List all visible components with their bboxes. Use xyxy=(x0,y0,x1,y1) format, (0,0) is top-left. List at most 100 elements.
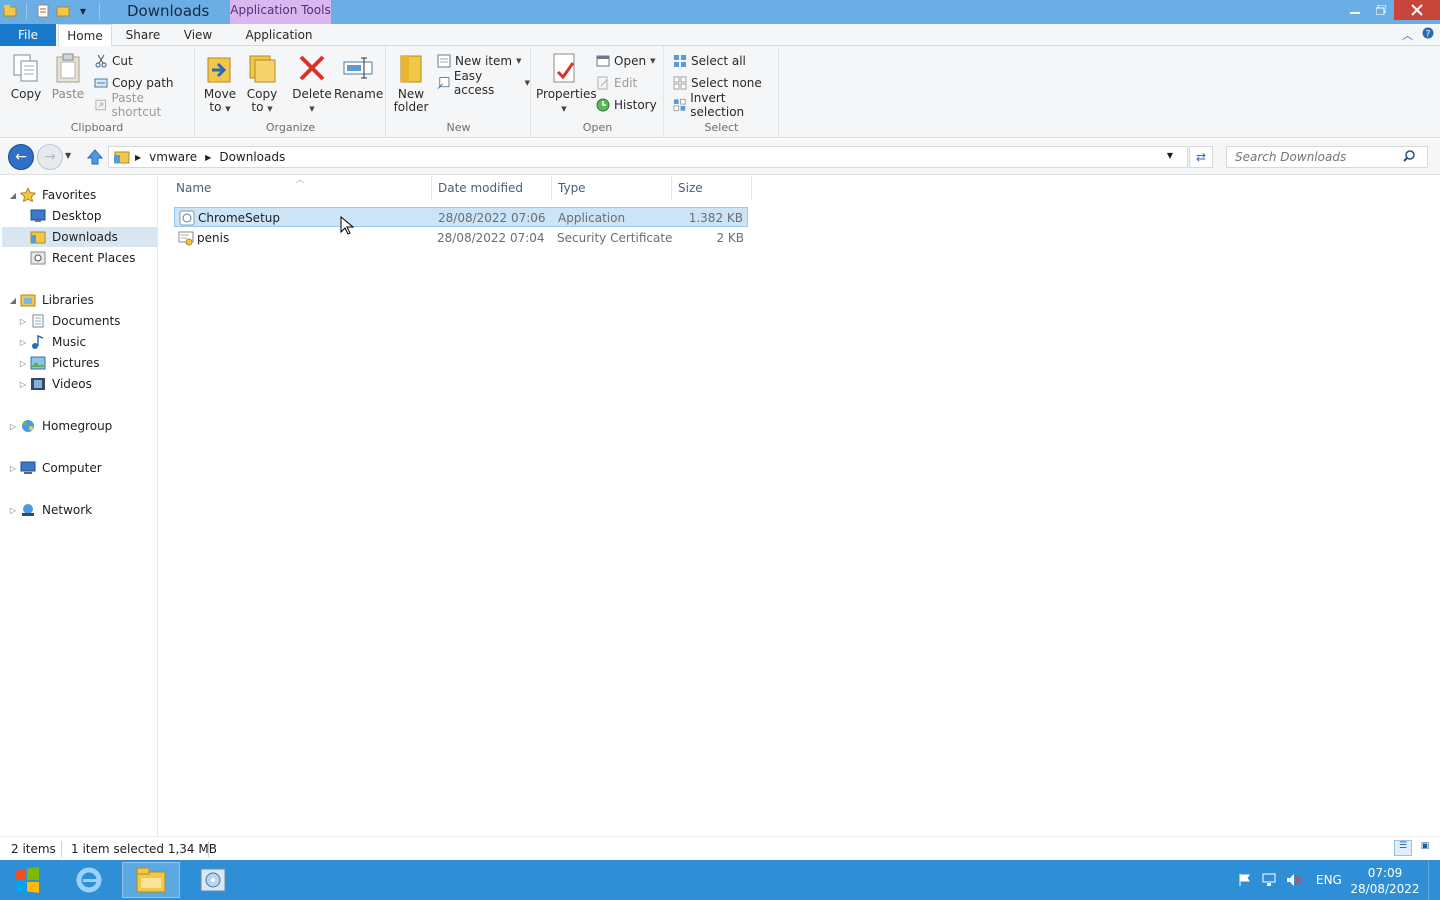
invert-selection-button[interactable]: Invert selection xyxy=(673,91,778,119)
language-indicator[interactable]: ENG xyxy=(1316,860,1342,900)
nav-pictures[interactable]: ▷ Pictures xyxy=(18,353,100,373)
easy-access-button[interactable]: Easy access ▼ xyxy=(437,69,530,97)
installer-disc-icon xyxy=(200,868,226,892)
close-button[interactable] xyxy=(1394,0,1440,20)
volume-muted-icon[interactable] xyxy=(1286,860,1302,900)
nav-music[interactable]: ▷ Music xyxy=(18,332,86,352)
file-row-chromesetup[interactable]: ChromeSetup 28/08/2022 07:06 Application… xyxy=(174,207,748,227)
properties-icon xyxy=(553,53,575,83)
cut-button[interactable]: Cut xyxy=(94,52,133,70)
address-bar[interactable]: ▶ vmware ▶ Downloads ▼ xyxy=(108,146,1188,168)
nav-videos[interactable]: ▷ Videos xyxy=(18,374,92,394)
tab-view[interactable]: View xyxy=(176,24,220,46)
breadcrumb-separator-icon[interactable]: ▶ xyxy=(205,153,211,162)
expand-chevron-icon[interactable]: ▷ xyxy=(8,422,18,431)
explorer-app-icon[interactable] xyxy=(2,3,18,19)
back-button[interactable]: ← xyxy=(8,144,34,170)
edit-button[interactable]: Edit xyxy=(596,74,637,92)
new-folder-qat-icon[interactable] xyxy=(55,3,71,19)
open-window-icon xyxy=(596,55,610,67)
clock[interactable]: 07:09 28/08/2022 xyxy=(1350,865,1420,897)
nav-favorites[interactable]: ◢ Favorites xyxy=(8,185,96,205)
search-box[interactable] xyxy=(1226,146,1428,168)
copy-path-button[interactable]: Copy path xyxy=(94,74,174,92)
documents-icon xyxy=(32,314,44,328)
taskbar-installer-app[interactable] xyxy=(184,862,242,898)
restore-icon xyxy=(1376,5,1386,15)
tab-home[interactable]: Home xyxy=(58,24,112,47)
new-item-button[interactable]: New item ▼ xyxy=(437,52,522,70)
expand-chevron-icon[interactable]: ▷ xyxy=(8,464,18,473)
delete-button[interactable]: Delete ▼ xyxy=(292,52,332,116)
collapse-chevron-icon[interactable]: ◢ xyxy=(8,296,18,305)
paste-button[interactable]: Paste xyxy=(50,52,86,101)
nav-recent-places[interactable]: Recent Places xyxy=(30,248,135,268)
paste-shortcut-button[interactable]: Paste shortcut xyxy=(94,91,194,119)
column-header-type[interactable]: Type xyxy=(552,176,672,200)
copy-button[interactable]: Copy xyxy=(8,52,44,101)
breadcrumb-separator-icon[interactable]: ▶ xyxy=(135,153,141,162)
new-folder-button[interactable]: New folder xyxy=(393,52,429,114)
file-size: 2 KB xyxy=(716,231,744,245)
taskbar-file-explorer[interactable] xyxy=(122,862,180,898)
recent-locations-chevron-icon[interactable]: ▼ xyxy=(65,151,71,160)
invert-selection-icon xyxy=(673,98,686,112)
show-desktop-button[interactable] xyxy=(1428,860,1440,900)
address-dropdown-chevron-icon[interactable]: ▼ xyxy=(1167,151,1173,160)
column-header-size[interactable]: Size xyxy=(672,176,752,200)
network-tray-icon[interactable] xyxy=(1262,860,1278,900)
properties-button[interactable]: Properties ▼ xyxy=(536,52,597,116)
collapse-chevron-icon[interactable]: ◢ xyxy=(8,191,18,200)
select-all-button[interactable]: Select all xyxy=(673,52,746,70)
rename-button[interactable]: Rename xyxy=(334,52,383,101)
up-button[interactable] xyxy=(86,148,104,169)
column-header-date-modified[interactable]: Date modified xyxy=(432,176,552,200)
nav-libraries[interactable]: ◢ Libraries xyxy=(8,290,94,310)
history-button[interactable]: History xyxy=(596,96,657,114)
restore-button[interactable] xyxy=(1368,0,1394,20)
customize-qat-chevron-icon[interactable]: ▼ xyxy=(75,3,91,19)
nav-downloads[interactable]: Downloads xyxy=(2,227,157,247)
minimize-ribbon-icon[interactable]: ︿ xyxy=(1402,27,1413,43)
organize-group: Move to ▼ Copy to ▼ Delete ▼ Rename Orga… xyxy=(196,46,386,138)
select-none-button[interactable]: Select none xyxy=(673,74,762,92)
minimize-button[interactable] xyxy=(1342,0,1368,20)
open-button[interactable]: Open ▼ xyxy=(596,52,655,70)
nav-homegroup[interactable]: ▷ Homegroup xyxy=(8,416,112,436)
tab-application[interactable]: Application xyxy=(236,24,322,46)
expand-chevron-icon[interactable]: ▷ xyxy=(18,317,28,326)
expand-chevron-icon[interactable]: ▷ xyxy=(8,506,18,515)
nav-computer[interactable]: ▷ Computer xyxy=(8,458,102,478)
action-center-flag-icon[interactable] xyxy=(1238,860,1252,900)
large-icons-view-button[interactable]: ▣ xyxy=(1416,840,1434,856)
network-icon xyxy=(22,504,34,516)
copy-to-button[interactable]: Copy to ▼ xyxy=(244,52,280,116)
taskbar-internet-explorer[interactable] xyxy=(60,862,118,898)
details-view-button[interactable]: ☰ xyxy=(1394,840,1412,856)
search-icon[interactable] xyxy=(1403,149,1415,165)
tab-file[interactable]: File xyxy=(0,24,56,46)
properties-qat-icon[interactable] xyxy=(35,3,51,19)
file-name: penis xyxy=(197,231,230,245)
nav-network[interactable]: ▷ Network xyxy=(8,500,92,520)
refresh-button[interactable]: ⇄ xyxy=(1189,146,1213,168)
breadcrumb-vmware[interactable]: vmware xyxy=(149,150,197,164)
quick-access-toolbar: ▼ xyxy=(2,3,104,19)
column-header-name[interactable]: Name xyxy=(170,176,432,200)
windows-logo-icon xyxy=(15,867,39,893)
help-icon[interactable]: ? xyxy=(1422,27,1434,42)
nav-desktop[interactable]: Desktop xyxy=(30,206,102,226)
expand-chevron-icon[interactable]: ▷ xyxy=(18,380,28,389)
nav-documents[interactable]: ▷ Documents xyxy=(18,311,121,331)
expand-chevron-icon[interactable]: ▷ xyxy=(18,359,28,368)
move-to-button[interactable]: Move to ▼ xyxy=(202,52,238,116)
tab-share[interactable]: Share xyxy=(118,24,168,46)
open-group: Properties ▼ Open ▼ Edit History Open xyxy=(532,46,664,138)
file-row-penis[interactable]: penis 28/08/2022 07:04 Security Certific… xyxy=(174,228,748,248)
forward-button[interactable]: → xyxy=(37,144,63,170)
expand-chevron-icon[interactable]: ▷ xyxy=(18,338,28,347)
start-button[interactable] xyxy=(6,864,48,896)
breadcrumb-downloads[interactable]: Downloads xyxy=(219,150,285,164)
search-input[interactable] xyxy=(1227,150,1403,164)
organize-group-label: Organize xyxy=(265,121,316,134)
